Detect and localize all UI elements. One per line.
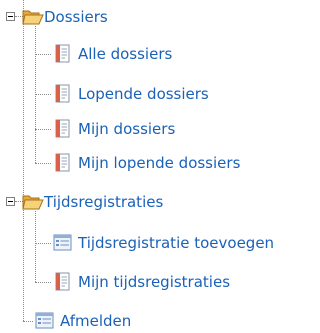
logout-label: Afmelden xyxy=(60,312,132,330)
document-icon xyxy=(53,84,73,104)
collapse-toggle-dossiers[interactable] xyxy=(6,12,15,21)
nav-item-tijdsregistratie-toevoegen[interactable]: Tijdsregistratie toevoegen xyxy=(53,231,274,255)
folder-open-icon xyxy=(22,7,44,27)
folder-tijdsregistraties-label: Tijdsregistraties xyxy=(44,193,164,211)
navigation-tree: Dossiers Alle dossiers Lopende dossiers … xyxy=(0,0,320,330)
tree-connector xyxy=(35,129,51,130)
tree-connector xyxy=(23,321,33,322)
nav-item-alle-dossiers[interactable]: Alle dossiers xyxy=(53,42,172,66)
form-icon xyxy=(53,233,73,253)
nav-item-label: Mijn tijdsregistraties xyxy=(78,273,231,291)
folder-dossiers-label: Dossiers xyxy=(44,8,108,26)
tree-connector xyxy=(35,243,51,244)
tree-connector xyxy=(35,282,51,283)
document-icon xyxy=(53,44,73,64)
tree-connector xyxy=(35,163,51,164)
nav-item-label: Alle dossiers xyxy=(78,45,173,63)
tree-connector xyxy=(35,94,51,95)
tree-connector xyxy=(35,211,36,282)
folder-open-icon xyxy=(22,192,44,212)
collapse-toggle-tijdsregistraties[interactable] xyxy=(6,197,15,206)
document-icon xyxy=(53,119,73,139)
tree-connector xyxy=(35,54,51,55)
nav-item-label: Mijn lopende dossiers xyxy=(78,154,241,172)
nav-item-mijn-lopende-dossiers[interactable]: Mijn lopende dossiers xyxy=(53,151,240,175)
nav-item-label: Lopende dossiers xyxy=(78,85,209,103)
nav-item-label: Mijn dossiers xyxy=(78,120,176,138)
nav-item-lopende-dossiers[interactable]: Lopende dossiers xyxy=(53,82,209,106)
tree-connector xyxy=(23,0,24,321)
nav-item-mijn-dossiers[interactable]: Mijn dossiers xyxy=(53,117,175,141)
folder-tijdsregistraties[interactable]: Tijdsregistraties xyxy=(22,190,163,214)
logout-item[interactable]: Afmelden xyxy=(35,309,131,333)
form-icon xyxy=(35,311,55,331)
nav-item-label: Tijdsregistratie toevoegen xyxy=(78,234,275,252)
document-icon xyxy=(53,153,73,173)
nav-item-mijn-tijdsregistraties[interactable]: Mijn tijdsregistraties xyxy=(53,270,230,294)
document-icon xyxy=(53,272,73,292)
